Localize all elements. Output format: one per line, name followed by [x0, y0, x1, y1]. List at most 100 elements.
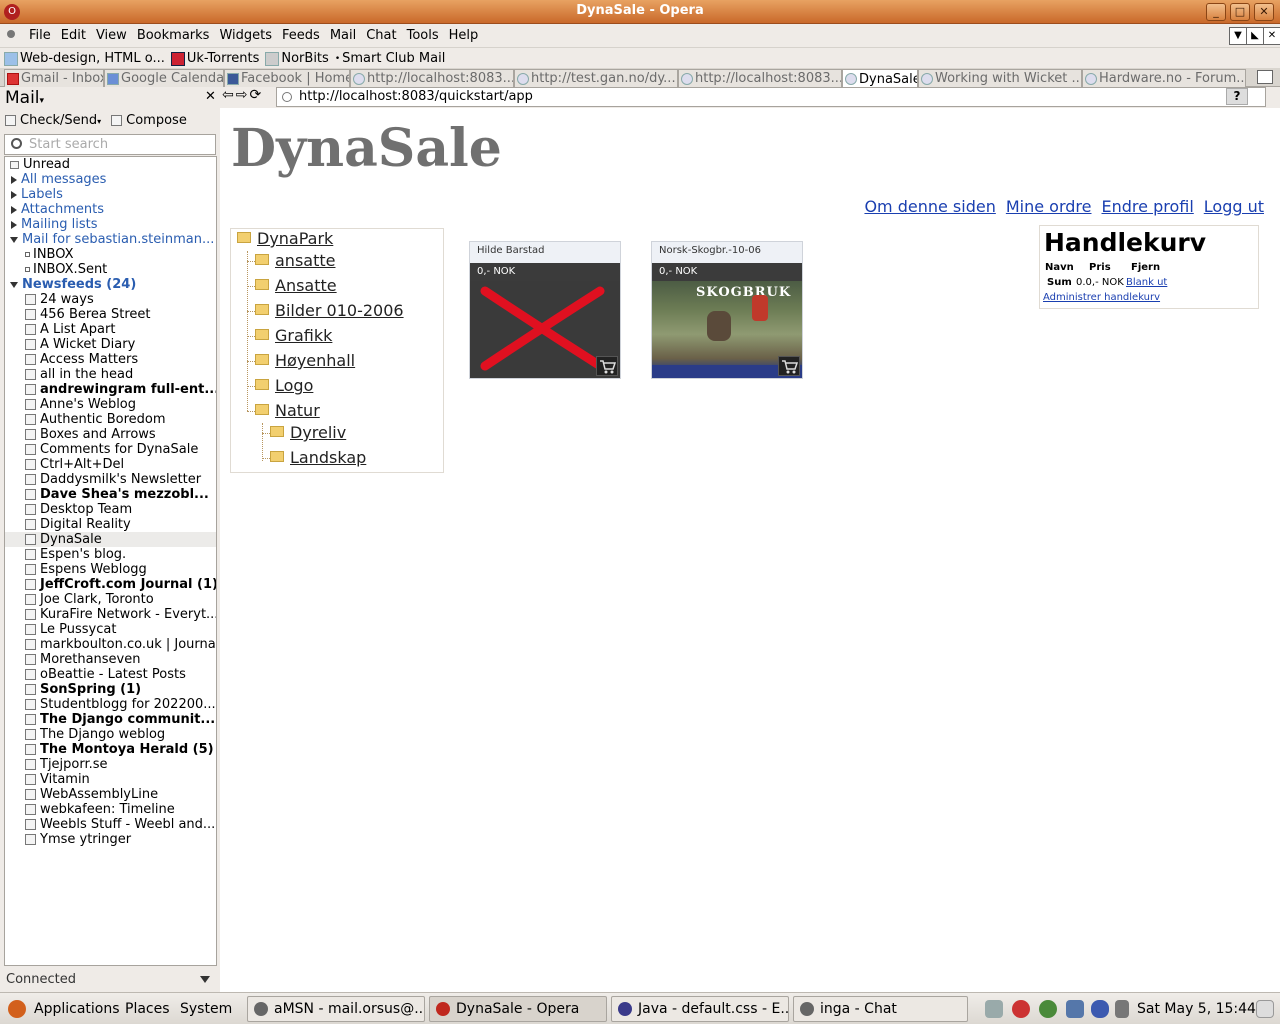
tab-facebook[interactable]: Facebook | Home [224, 69, 350, 87]
mail-list-item[interactable]: Access Matters [5, 352, 216, 367]
check-send-button[interactable]: Check/Send▾ [5, 113, 101, 128]
mail-list-item[interactable]: Daddysmilk's Newsletter [5, 472, 216, 487]
places-menu[interactable]: Places [125, 1001, 170, 1017]
mail-list-item[interactable]: The Django weblog [5, 727, 216, 742]
menu-edit[interactable]: Edit [56, 28, 91, 43]
mail-list-item[interactable]: Anne's Weblog [5, 397, 216, 412]
signal-icon[interactable] [1066, 1000, 1084, 1018]
minimize-button[interactable]: _ [1206, 3, 1226, 21]
mail-list-item[interactable]: markboulton.co.uk | Journal [5, 637, 216, 652]
collapse-icon[interactable] [10, 236, 18, 243]
back-icon[interactable]: ⇦ [222, 87, 236, 103]
basket-admin-link[interactable]: Administrer handlekurv [1043, 292, 1160, 303]
close-tab-icon[interactable]: ✕ [1263, 27, 1280, 45]
mail-list-item[interactable]: Authentic Boredom [5, 412, 216, 427]
mail-list-item[interactable]: All messages [5, 172, 216, 187]
tab-test-gan[interactable]: http://test.gan.no/dy... [514, 69, 678, 87]
tree-node-landskap[interactable]: Landskap [270, 448, 366, 467]
bluetooth-icon[interactable] [1091, 1000, 1109, 1018]
restore-icon[interactable]: ◣ [1246, 27, 1264, 45]
basket-clear-link[interactable]: Blank ut [1126, 277, 1167, 288]
tab-localhost-2[interactable]: http://localhost:8083... [678, 69, 842, 87]
trash-icon[interactable] [1257, 70, 1273, 84]
product-card[interactable]: Norsk-Skogbr.-10-06 0,- NOK SKOGBRUK [651, 241, 803, 379]
task-opera[interactable]: DynaSale - Opera [429, 996, 607, 1022]
mail-list-item[interactable]: Comments for DynaSale [5, 442, 216, 457]
tree-node-dyreliv[interactable]: Dyreliv [270, 423, 346, 442]
mail-list-item[interactable]: Unread [5, 157, 216, 172]
product-card[interactable]: Hilde Barstad 0,- NOK [469, 241, 621, 379]
bookmark-norbits[interactable]: NorBits [265, 51, 329, 66]
tree-node-grafikk[interactable]: Grafikk [255, 326, 332, 345]
messenger-icon[interactable] [1039, 1000, 1057, 1018]
tab-gmail[interactable]: Gmail - Inbox [4, 69, 104, 87]
expand-icon[interactable] [11, 205, 17, 214]
tree-node-hoyenhall[interactable]: Høyenhall [255, 351, 355, 370]
mail-list-item[interactable]: INBOX [5, 247, 216, 262]
ubuntu-icon[interactable] [8, 1000, 26, 1018]
mail-list-item[interactable]: Boxes and Arrows [5, 427, 216, 442]
mail-list-item[interactable]: Digital Reality [5, 517, 216, 532]
mail-list-item[interactable]: Le Pussycat [5, 622, 216, 637]
mail-list-item[interactable]: Espen's blog. [5, 547, 216, 562]
mail-list-item[interactable]: KuraFire Network - Everyt... [5, 607, 216, 622]
link-logout[interactable]: Logg ut [1204, 197, 1264, 216]
mail-list-item[interactable]: Joe Clark, Toronto [5, 592, 216, 607]
menu-widgets[interactable]: Widgets [214, 28, 277, 43]
opera-tray-icon[interactable] [1012, 1000, 1030, 1018]
mail-list-item[interactable]: Vitamin [5, 772, 216, 787]
panel-close-icon[interactable]: ✕ [205, 89, 216, 104]
tab-dynasale[interactable]: DynaSale [842, 69, 918, 88]
mail-list-item[interactable]: SonSpring (1) [5, 682, 216, 697]
menu-feeds[interactable]: Feeds [277, 28, 325, 43]
menu-dot-icon[interactable] [7, 30, 15, 38]
expand-icon[interactable] [11, 190, 17, 199]
applications-menu[interactable]: Applications [34, 1001, 120, 1017]
mail-list-item[interactable]: Studentblogg for 202200... [5, 697, 216, 712]
add-to-cart-icon[interactable] [778, 356, 800, 376]
mail-list-item[interactable]: The Montoya Herald (5) [5, 742, 216, 757]
mail-list-item[interactable]: The Django communit... [5, 712, 216, 727]
tree-node-bilder[interactable]: Bilder 010-2006 [255, 301, 404, 320]
tree-node-dynapark[interactable]: DynaPark [237, 229, 333, 248]
panel-title[interactable]: Mail▾ [5, 88, 44, 108]
tree-node-ansatte-2[interactable]: Ansatte [255, 276, 337, 295]
mail-list-item[interactable]: Attachments [5, 202, 216, 217]
maximize-button[interactable]: □ [1230, 3, 1250, 21]
bookmark-uk-torrents[interactable]: Uk-Torrents [170, 51, 259, 66]
forward-icon[interactable]: ⇨ [236, 87, 250, 103]
link-edit-profile[interactable]: Endre profil [1102, 197, 1194, 216]
tab-hardware[interactable]: Hardware.no - Forum... [1082, 69, 1246, 87]
menu-bookmarks[interactable]: Bookmarks [132, 28, 215, 43]
mail-list-item[interactable]: Newsfeeds (24) [5, 277, 216, 292]
menu-mail[interactable]: Mail [325, 28, 361, 43]
link-about[interactable]: Om denne siden [864, 197, 995, 216]
mail-list-item[interactable]: INBOX.Sent [5, 262, 216, 277]
link-my-orders[interactable]: Mine ordre [1006, 197, 1092, 216]
close-button[interactable]: ✕ [1254, 3, 1274, 21]
system-menu[interactable]: System [180, 1001, 232, 1017]
mail-list-item[interactable]: Mailing lists [5, 217, 216, 232]
show-desktop-icon[interactable] [1256, 1000, 1274, 1018]
expand-icon[interactable] [11, 220, 17, 229]
mail-list-item[interactable]: 456 Berea Street [5, 307, 216, 322]
mail-list-item[interactable]: Ymse ytringer [5, 832, 216, 847]
network-icon[interactable] [985, 1000, 1003, 1018]
mail-list-item[interactable]: A List Apart [5, 322, 216, 337]
bookmark-webdesign[interactable]: Web-design, HTML o... [4, 51, 165, 66]
tab-google-calendar[interactable]: Google Calendar [104, 69, 224, 87]
status-chevron-icon[interactable] [200, 976, 210, 983]
task-amsn[interactable]: aMSN - mail.orsus@... [247, 996, 425, 1022]
mail-list-item[interactable]: webkafeen: Timeline [5, 802, 216, 817]
menu-tools[interactable]: Tools [402, 28, 444, 43]
mail-list-item[interactable]: all in the head [5, 367, 216, 382]
collapse-icon[interactable] [10, 281, 18, 288]
tree-node-logo[interactable]: Logo [255, 376, 313, 395]
tab-list-icon[interactable]: ▼ [1229, 27, 1247, 45]
mail-list-item[interactable]: DynaSale [5, 532, 216, 547]
menu-view[interactable]: View [91, 28, 132, 43]
add-to-cart-icon[interactable] [596, 356, 618, 376]
compose-button[interactable]: Compose [111, 113, 187, 128]
menu-file[interactable]: File [24, 28, 56, 43]
tree-node-ansatte[interactable]: ansatte [255, 251, 335, 270]
